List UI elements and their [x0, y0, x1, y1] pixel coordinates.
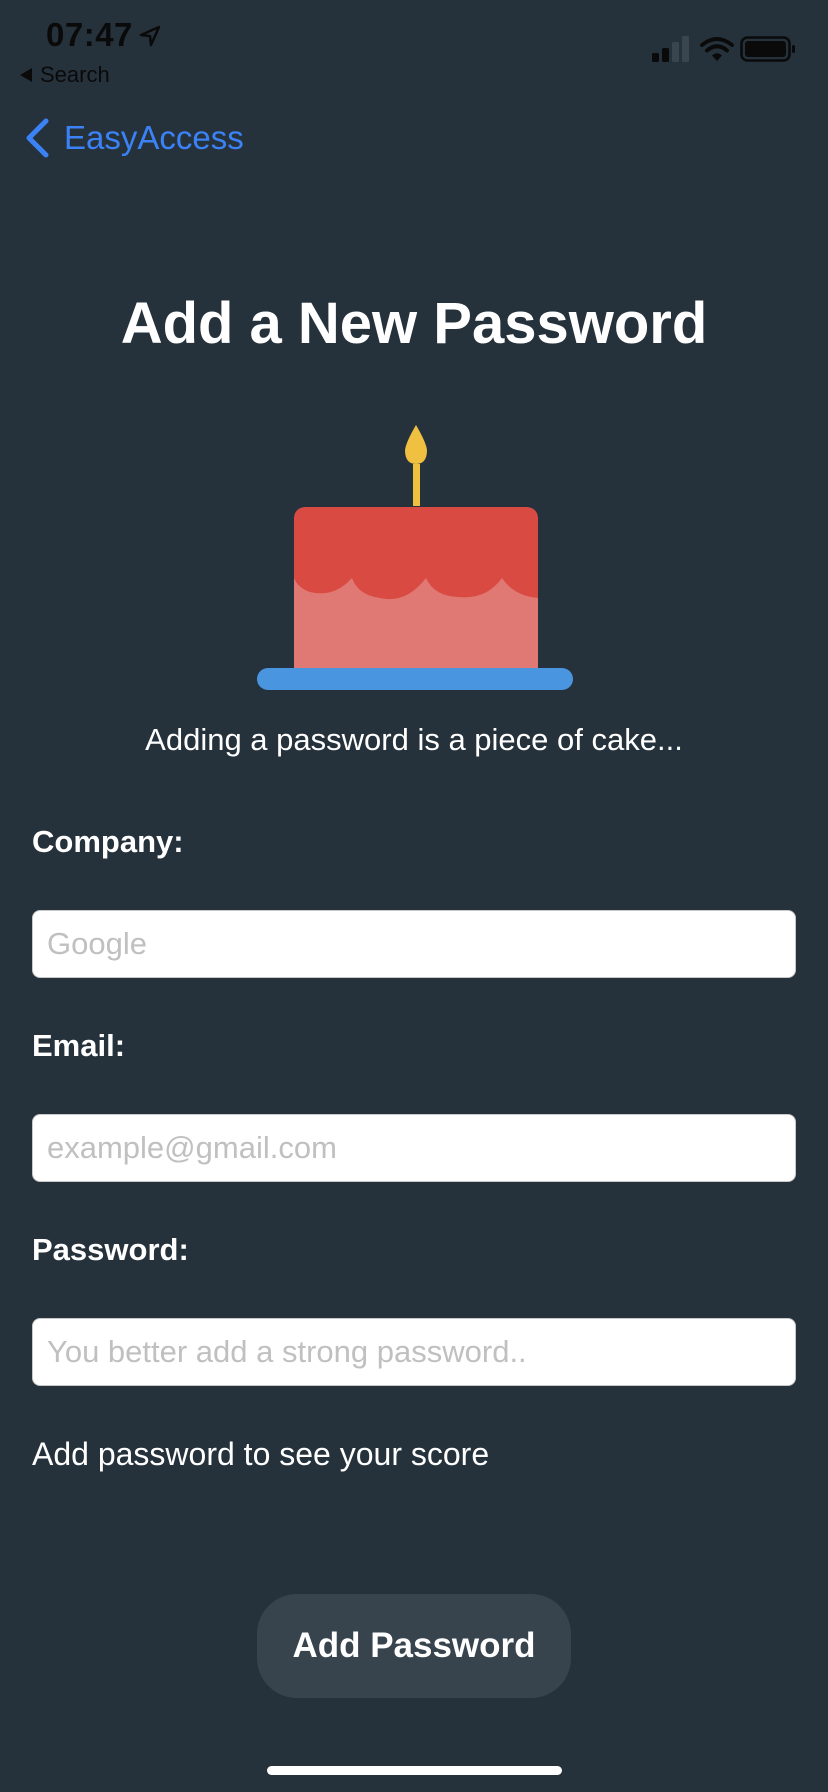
battery-icon: [740, 36, 795, 62]
location-arrow-icon: [139, 25, 161, 47]
status-time: 07:47: [46, 16, 133, 53]
password-label: Password:: [32, 1232, 189, 1267]
email-label: Email:: [32, 1028, 126, 1063]
home-indicator[interactable]: [267, 1766, 562, 1775]
cake-icon: [257, 425, 573, 690]
nav-back-label: EasyAccess: [64, 119, 244, 156]
add-password-button[interactable]: Add Password: [257, 1594, 571, 1698]
cellular-signal-icon: [652, 36, 689, 62]
email-input[interactable]: [32, 1114, 796, 1182]
wifi-icon: [700, 37, 734, 61]
company-input[interactable]: [32, 910, 796, 978]
tagline: Adding a password is a piece of cake...: [145, 722, 683, 757]
back-to-search[interactable]: Search: [20, 62, 110, 88]
status-bar: 07:47 Search: [0, 0, 828, 90]
back-triangle-icon: [20, 68, 32, 82]
password-score-text: Add password to see your score: [32, 1436, 490, 1472]
page-title: Add a New Password: [120, 291, 708, 356]
nav-back-button[interactable]: EasyAccess: [24, 118, 244, 158]
chevron-left-icon: [26, 118, 49, 158]
back-app-label: Search: [40, 62, 110, 87]
password-input[interactable]: [32, 1318, 796, 1386]
company-label: Company:: [32, 824, 184, 859]
